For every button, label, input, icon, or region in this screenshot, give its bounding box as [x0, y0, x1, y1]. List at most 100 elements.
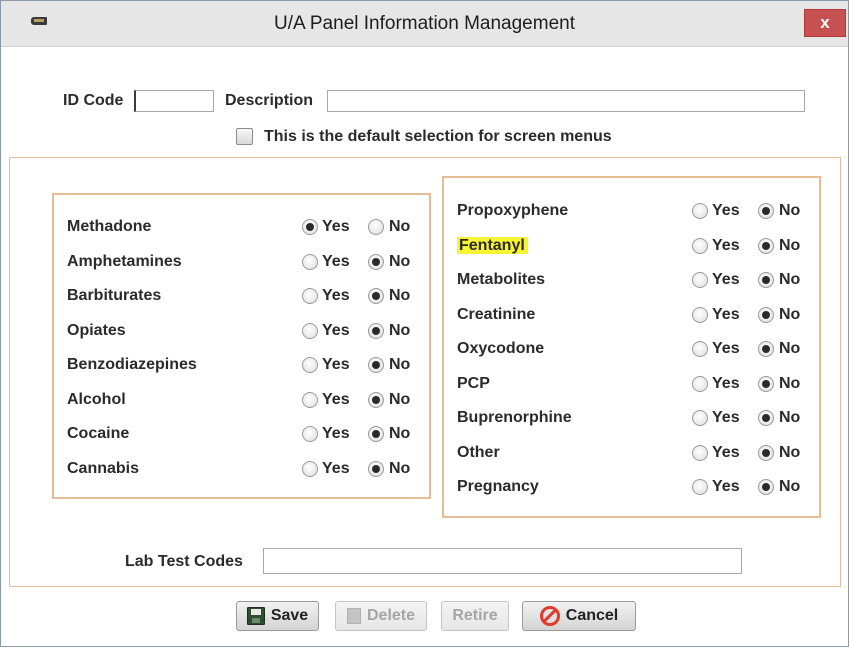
radio-yes-buprenorphine[interactable] — [692, 410, 708, 426]
radio-yes-metabolites[interactable] — [692, 272, 708, 288]
radio-yes-propoxyphene[interactable] — [692, 203, 708, 219]
radio-no-label: No — [389, 356, 411, 373]
dialog-content: ID Code Description This is the default … — [1, 47, 848, 646]
drug-name-methadone: Methadone — [67, 218, 152, 235]
default-selection-checkbox[interactable] — [236, 128, 253, 145]
retire-button-label: Retire — [452, 607, 498, 624]
radio-no-label: No — [779, 374, 801, 392]
radio-yes-alcohol[interactable] — [302, 391, 318, 408]
retire-button[interactable]: Retire — [441, 601, 509, 631]
radio-yes-label: Yes — [322, 356, 350, 373]
radio-yes-label: Yes — [322, 287, 350, 304]
radio-no-oxycodone[interactable] — [758, 341, 774, 357]
radio-yes-label: Yes — [712, 271, 740, 288]
delete-button-label: Delete — [366, 607, 416, 624]
drug-label-oxycodone: Oxycodone — [457, 336, 677, 362]
radio-yes-pregnancy[interactable] — [692, 479, 708, 495]
drug-name-metabolites: Metabolites — [457, 271, 546, 288]
radio-yes-barbiturates[interactable] — [302, 288, 318, 304]
radio-no-label: No — [779, 271, 801, 288]
drug-label-other: Other — [457, 440, 677, 466]
delete-button[interactable]: Delete — [335, 601, 427, 631]
radio-yes-label: Yes — [322, 252, 350, 270]
drug-label-cocaine: Cocaine — [67, 421, 287, 447]
drug-label-pregnancy: Pregnancy — [457, 474, 677, 500]
radio-no-alcohol[interactable] — [368, 391, 384, 408]
radio-yes-creatinine[interactable] — [692, 306, 708, 323]
id-code-label: ID Code — [63, 92, 124, 109]
radio-yes-label: Yes — [322, 218, 350, 235]
radio-no-cannabis[interactable] — [368, 460, 384, 477]
radio-yes-oxycodone[interactable] — [692, 341, 708, 357]
id-code-input[interactable] — [136, 91, 213, 111]
radio-no-label: No — [389, 425, 411, 442]
lab-test-codes-field[interactable] — [263, 548, 742, 574]
cancel-button[interactable]: Cancel — [522, 601, 636, 631]
radio-no-pcp[interactable] — [758, 375, 774, 392]
radio-no-other[interactable] — [758, 444, 774, 461]
radio-yes-label: Yes — [712, 236, 740, 254]
radio-no-benzodiazepines[interactable] — [368, 357, 384, 373]
radio-no-opiates[interactable] — [368, 322, 384, 339]
radio-yes-cocaine[interactable] — [302, 426, 318, 442]
radio-yes-opiates[interactable] — [302, 322, 318, 339]
save-button-label: Save — [270, 607, 309, 624]
close-button[interactable]: x — [804, 9, 846, 37]
radio-yes-other[interactable] — [692, 444, 708, 461]
right-drug-panel: Propoxyphene Yes No Fentanyl Yes No Metabolite… — [442, 176, 821, 518]
drug-name-oxycodone: Oxycodone — [457, 340, 545, 357]
radio-yes-label: Yes — [322, 321, 350, 339]
radio-yes-methadone[interactable] — [302, 219, 318, 235]
radio-yes-label: Yes — [712, 443, 740, 461]
radio-yes-label: Yes — [712, 374, 740, 392]
radio-no-propoxyphene[interactable] — [758, 203, 774, 219]
left-drug-panel: Methadone Yes No Amphetamines Yes No Barbitura… — [52, 193, 431, 499]
radio-no-creatinine[interactable] — [758, 306, 774, 323]
radio-yes-fentanyl[interactable] — [692, 237, 708, 254]
drug-label-propoxyphene: Propoxyphene — [457, 198, 677, 224]
radio-no-methadone[interactable] — [368, 219, 384, 235]
radio-no-label: No — [389, 218, 411, 235]
lab-test-codes-input[interactable] — [264, 549, 741, 573]
drug-name-cocaine: Cocaine — [67, 425, 130, 442]
drug-label-metabolites: Metabolites — [457, 267, 677, 293]
radio-yes-label: Yes — [712, 478, 740, 495]
radio-no-barbiturates[interactable] — [368, 288, 384, 304]
description-field[interactable] — [327, 90, 805, 112]
title-bar[interactable]: U/A Panel Information Management x — [1, 1, 848, 47]
radio-no-label: No — [779, 409, 801, 426]
radio-no-label: No — [389, 459, 411, 477]
cancel-button-label: Cancel — [565, 607, 619, 624]
no-entry-icon — [539, 606, 560, 626]
drug-name-benzodiazepines: Benzodiazepines — [67, 356, 197, 373]
id-code-field[interactable] — [134, 90, 214, 112]
radio-no-amphetamines[interactable] — [368, 253, 384, 270]
drug-name-propoxyphene: Propoxyphene — [457, 202, 569, 219]
radio-no-cocaine[interactable] — [368, 426, 384, 442]
radio-no-fentanyl[interactable] — [758, 237, 774, 254]
drug-label-amphetamines: Amphetamines — [67, 249, 287, 275]
radio-yes-amphetamines[interactable] — [302, 253, 318, 270]
radio-yes-pcp[interactable] — [692, 375, 708, 392]
radio-yes-label: Yes — [322, 390, 350, 408]
drug-label-cannabis: Cannabis — [67, 456, 287, 482]
radio-no-label: No — [389, 287, 411, 304]
save-button[interactable]: Save — [236, 601, 319, 631]
radio-yes-benzodiazepines[interactable] — [302, 357, 318, 373]
description-input[interactable] — [328, 91, 804, 111]
radio-yes-cannabis[interactable] — [302, 460, 318, 477]
radio-no-label: No — [389, 390, 411, 408]
radio-no-metabolites[interactable] — [758, 272, 774, 288]
drug-name-barbiturates: Barbiturates — [67, 287, 162, 304]
drug-name-pregnancy: Pregnancy — [457, 478, 539, 495]
drug-label-pcp: PCP — [457, 371, 677, 397]
drug-name-other: Other — [457, 443, 500, 461]
window-title: U/A Panel Information Management — [273, 13, 575, 34]
radio-yes-label: Yes — [322, 425, 350, 442]
radio-no-buprenorphine[interactable] — [758, 410, 774, 426]
drug-name-alcohol: Alcohol — [67, 390, 126, 408]
radio-no-label: No — [779, 443, 801, 461]
radio-no-pregnancy[interactable] — [758, 479, 774, 495]
radio-no-label: No — [389, 321, 411, 339]
default-selection-label: This is the default selection for screen… — [264, 128, 612, 145]
